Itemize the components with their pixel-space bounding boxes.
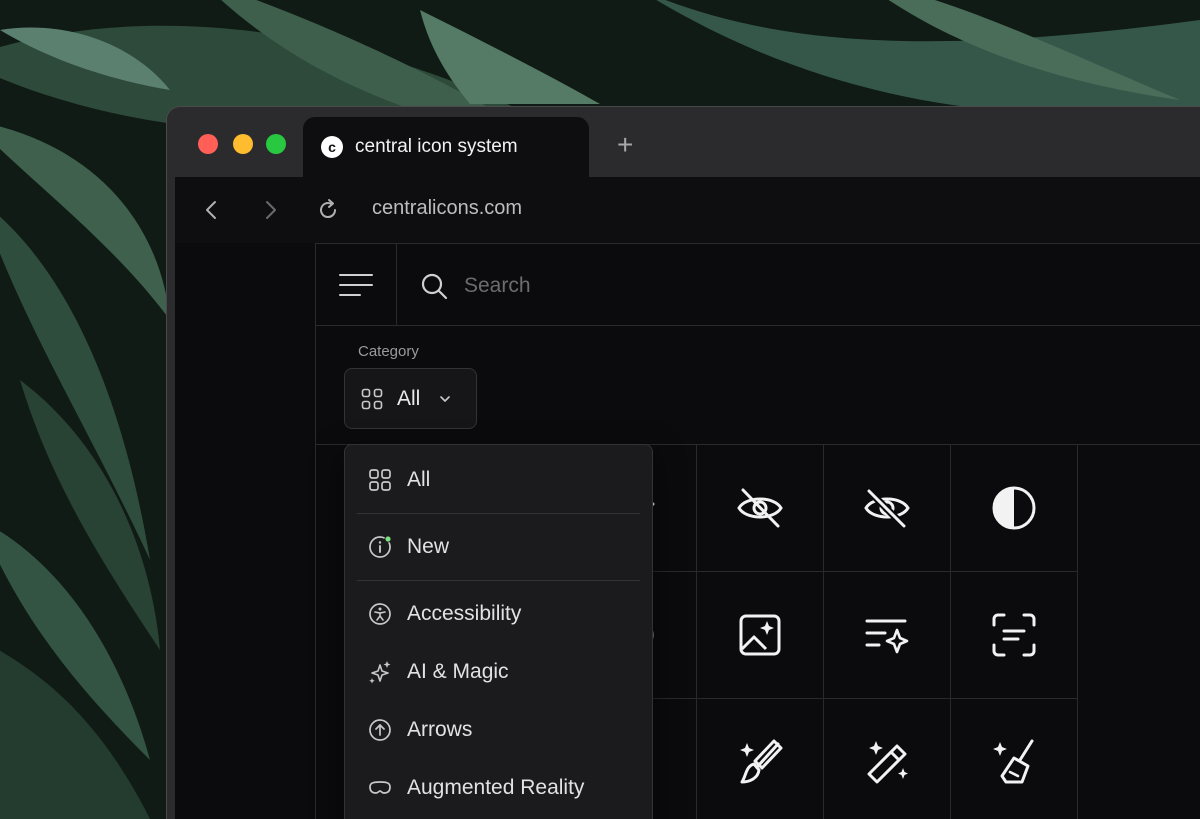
icon-cell-magic-broom[interactable]	[951, 699, 1078, 819]
address-bar[interactable]: centralicons.com	[372, 197, 522, 220]
icon-cell-scan-text[interactable]	[951, 572, 1078, 699]
category-dropdown-menu: All New Accessibility AI & Magic Arrows …	[344, 444, 653, 819]
icon-cell-image-sparkle[interactable]	[697, 572, 824, 699]
arrow-up-circle-icon	[369, 719, 391, 741]
title-bar: c central icon system +	[167, 107, 1200, 177]
info-badge-icon	[369, 535, 392, 558]
image-sparkle-icon	[739, 614, 781, 656]
browser-toolbar: centralicons.com	[175, 177, 1200, 243]
magic-brush-icon	[740, 739, 783, 784]
icon-cell-magic-brush[interactable]	[697, 699, 824, 819]
search-bar	[420, 272, 964, 300]
eye-slash-alt-icon	[864, 487, 910, 530]
icon-cell-text-sparkle[interactable]	[824, 572, 951, 699]
page-viewport: Category All	[175, 243, 1200, 819]
vr-headset-icon	[369, 781, 391, 794]
magic-broom-icon	[993, 739, 1034, 784]
browser-tab-active[interactable]: c central icon system	[303, 117, 589, 177]
minimize-window-button[interactable]	[233, 134, 253, 154]
search-input[interactable]	[464, 274, 964, 298]
plus-icon: +	[617, 129, 634, 160]
text-sparkle-icon	[865, 619, 909, 654]
grid-icon	[361, 388, 383, 409]
menu-lines-icon	[339, 274, 373, 296]
scan-text-icon	[992, 613, 1036, 657]
browser-window: c central icon system + centralicons.com	[166, 106, 1200, 819]
divider	[357, 580, 640, 581]
category-dropdown-button[interactable]: All	[344, 368, 477, 429]
maximize-window-button[interactable]	[266, 134, 286, 154]
magic-wand-icon	[867, 741, 908, 784]
back-button[interactable]	[199, 197, 225, 223]
dropdown-item-label: All	[407, 468, 431, 491]
divider	[357, 513, 640, 514]
dropdown-item-augmented-reality[interactable]: Augmented Reality	[357, 759, 640, 817]
dropdown-item-accessibility[interactable]: Accessibility	[357, 585, 640, 643]
icon-cell-eye-slash-alt[interactable]	[824, 445, 951, 572]
favicon-icon: c	[321, 136, 343, 158]
dropdown-item-label: Arrows	[407, 718, 473, 741]
search-icon	[421, 273, 448, 300]
contrast-icon	[992, 486, 1036, 530]
icon-cell-magic-wand[interactable]	[824, 699, 951, 819]
grid-icon	[369, 469, 391, 491]
menu-button[interactable]	[316, 244, 397, 326]
accessibility-icon	[369, 603, 391, 625]
close-window-button[interactable]	[198, 134, 218, 154]
dropdown-item-new[interactable]: New	[357, 518, 640, 576]
category-selected-value: All	[397, 386, 421, 410]
new-tab-button[interactable]: +	[617, 129, 633, 161]
dropdown-item-label: AI & Magic	[407, 660, 509, 683]
forward-button[interactable]	[257, 197, 283, 223]
app-header	[316, 244, 1200, 326]
dropdown-item-label: Augmented Reality	[407, 776, 585, 799]
dropdown-item-arrows[interactable]: Arrows	[357, 701, 640, 759]
favicon-letter: c	[328, 139, 336, 155]
chevron-down-icon	[440, 395, 451, 402]
tab-title: central icon system	[355, 136, 518, 157]
dropdown-item-label: Accessibility	[407, 602, 522, 625]
sparkles-icon	[369, 661, 391, 684]
icon-cell-eye-slash[interactable]	[697, 445, 824, 572]
eye-slash-icon	[737, 488, 783, 528]
icon-library-app: Category All	[315, 243, 1200, 819]
category-label: Category	[358, 343, 419, 360]
dropdown-item-ai-magic[interactable]: AI & Magic	[357, 643, 640, 701]
reload-button[interactable]	[315, 197, 341, 223]
dropdown-item-all[interactable]: All	[357, 451, 640, 509]
dropdown-item-label: New	[407, 535, 450, 558]
icon-cell-contrast[interactable]	[951, 445, 1078, 572]
